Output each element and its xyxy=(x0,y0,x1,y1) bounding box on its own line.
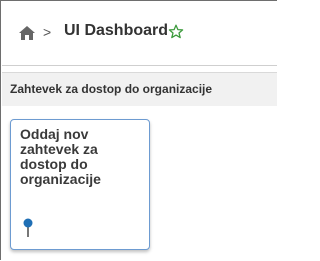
header-bar: > UI Dashboard xyxy=(2,2,277,66)
star-outline-icon[interactable] xyxy=(168,24,184,40)
tile-label: Oddaj nov zahtevek za dostop do organiza… xyxy=(20,126,101,187)
home-icon[interactable] xyxy=(18,25,36,41)
tile-new-request[interactable]: Oddaj nov zahtevek za dostop do organiza… xyxy=(10,119,150,250)
page-title: UI Dashboard xyxy=(64,22,169,39)
section-header: Zahtevek za dostop do organizacije xyxy=(2,72,277,107)
breadcrumb-separator: > xyxy=(43,24,52,40)
pin-icon xyxy=(23,218,33,237)
tile-container: Oddaj nov zahtevek za dostop do organiza… xyxy=(2,106,277,260)
section-title: Zahtevek za dostop do organizacije xyxy=(10,82,213,96)
app-frame: > UI Dashboard Zahtevek za dostop do org… xyxy=(0,0,277,260)
